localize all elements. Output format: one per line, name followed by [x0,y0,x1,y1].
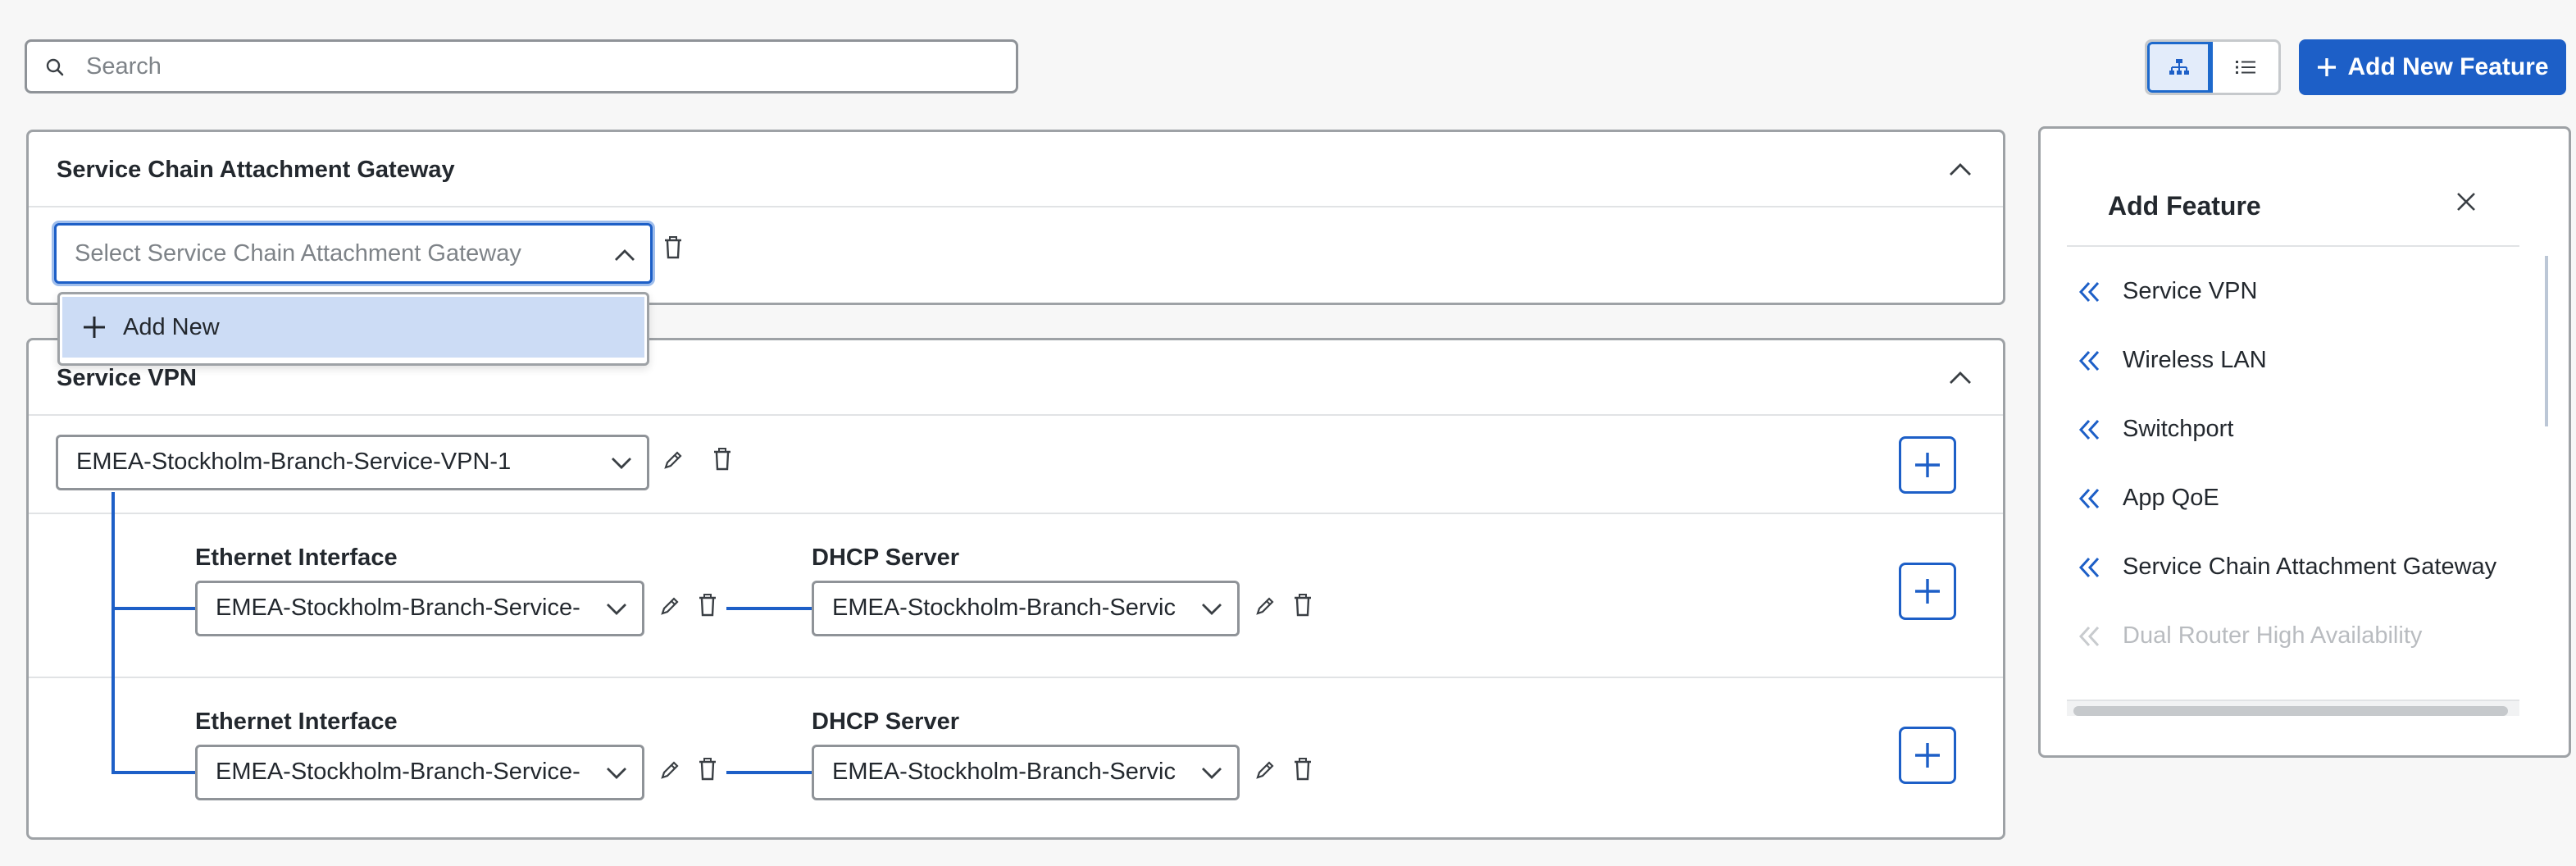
service-vpn-card-title: Service VPN [57,365,197,391]
feature-item-switchport[interactable]: Switchport [2078,416,2233,443]
divider [2067,245,2519,247]
ethernet-interface-select[interactable]: EMEA-Stockholm-Branch-Service- [195,745,644,800]
gateway-select-placeholder: Select Service Chain Attachment Gateway [75,240,521,267]
trash-icon[interactable] [1294,594,1312,617]
list-view-button[interactable] [2213,42,2278,93]
list-view-icon [2235,59,2256,75]
diagram-view-icon [2169,58,2190,76]
add-interface-feature-button[interactable] [1899,563,1956,620]
double-chevron-left-icon [2078,281,2101,303]
search-field[interactable]: Search [25,39,1018,93]
chevron-up-icon [614,248,635,262]
close-icon[interactable] [2455,191,2477,212]
dhcp-server-select[interactable]: EMEA-Stockholm-Branch-Servic [812,581,1240,636]
double-chevron-left-icon [2078,557,2101,578]
vertical-scrollbar-thumb[interactable] [2545,256,2548,426]
ethernet-interface-label: Ethernet Interface [195,545,398,571]
add-feature-panel-title: Add Feature [2108,191,2261,221]
add-interface-feature-button[interactable] [1899,727,1956,784]
double-chevron-left-icon [2078,488,2101,509]
divider [29,206,2003,207]
feature-item-service-chain-attachment-gateway[interactable]: Service Chain Attachment Gateway [2078,554,2496,581]
plus-icon [1913,741,1942,770]
ethernet-interface-select[interactable]: EMEA-Stockholm-Branch-Service- [195,581,644,636]
add-vpn-feature-button[interactable] [1899,436,1956,494]
view-toggle [2145,39,2281,95]
collapse-chevron-icon[interactable] [1949,162,1972,176]
diagram-view-button[interactable] [2147,42,2213,93]
add-new-option[interactable]: Add New [62,297,644,358]
gateway-dropdown-menu: Add New [57,292,649,366]
tree-connector [726,771,813,774]
search-icon [45,57,65,77]
search-input[interactable]: Search [86,42,162,91]
tree-connector [112,492,115,773]
trash-icon[interactable] [713,448,731,471]
plus-icon [82,315,107,340]
dhcp-server-label: DHCP Server [812,709,960,735]
dhcp-server-value: EMEA-Stockholm-Branch-Servic [832,759,1176,785]
horizontal-scrollbar-thumb[interactable] [2073,706,2508,716]
add-new-option-label: Add New [123,313,220,340]
divider [29,414,2003,416]
edit-icon[interactable] [659,759,680,781]
edit-icon[interactable] [662,449,684,471]
double-chevron-left-icon [2078,419,2101,440]
add-new-feature-button[interactable]: Add New Feature [2299,39,2566,95]
dhcp-server-select[interactable]: EMEA-Stockholm-Branch-Servic [812,745,1240,800]
feature-item-app-qoe[interactable]: App QoE [2078,485,2219,512]
feature-item-label: Service Chain Attachment Gateway [2123,554,2497,580]
edit-icon[interactable] [659,595,680,617]
dhcp-server-value: EMEA-Stockholm-Branch-Servic [832,595,1176,621]
ethernet-interface-value: EMEA-Stockholm-Branch-Service- [216,759,580,785]
chevron-down-icon [606,767,627,780]
trash-icon[interactable] [699,594,717,617]
tree-connector [726,607,813,610]
trash-icon[interactable] [664,236,682,259]
chevron-down-icon [611,457,632,470]
chevron-down-icon [1201,603,1222,616]
feature-item-label: Dual Router High Availability [2123,622,2423,649]
add-new-feature-label: Add New Feature [2347,53,2549,80]
tree-connector [112,607,197,610]
divider [29,677,2003,678]
feature-item-wireless-lan[interactable]: Wireless LAN [2078,347,2267,374]
plus-icon [1913,577,1942,606]
double-chevron-left-icon [2078,626,2101,647]
gateway-card-title: Service Chain Attachment Gateway [57,157,455,183]
collapse-chevron-icon[interactable] [1949,370,1972,385]
plus-icon [2316,57,2337,78]
edit-icon[interactable] [1254,759,1276,781]
feature-item-label: App QoE [2123,485,2219,511]
service-vpn-value: EMEA-Stockholm-Branch-Service-VPN-1 [76,449,512,475]
plus-icon [1913,450,1942,480]
service-vpn-select[interactable]: EMEA-Stockholm-Branch-Service-VPN-1 [56,435,649,490]
ethernet-interface-label: Ethernet Interface [195,709,398,735]
feature-item-label: Service VPN [2123,278,2258,304]
feature-item-service-vpn[interactable]: Service VPN [2078,278,2257,305]
ethernet-interface-value: EMEA-Stockholm-Branch-Service- [216,595,580,621]
feature-item-label: Switchport [2123,416,2234,442]
trash-icon[interactable] [1294,758,1312,781]
feature-item-dual-router-high-availability: Dual Router High Availability [2078,622,2422,650]
feature-item-label: Wireless LAN [2123,347,2267,373]
edit-icon[interactable] [1254,595,1276,617]
gateway-select[interactable]: Select Service Chain Attachment Gateway [54,223,653,284]
chevron-down-icon [606,603,627,616]
dhcp-server-label: DHCP Server [812,545,960,571]
trash-icon[interactable] [699,758,717,781]
divider [29,513,2003,514]
tree-connector [112,771,197,774]
chevron-down-icon [1201,767,1222,780]
add-feature-panel: Add Feature Service VPN Wireless LAN Swi… [2038,126,2571,758]
double-chevron-left-icon [2078,350,2101,371]
